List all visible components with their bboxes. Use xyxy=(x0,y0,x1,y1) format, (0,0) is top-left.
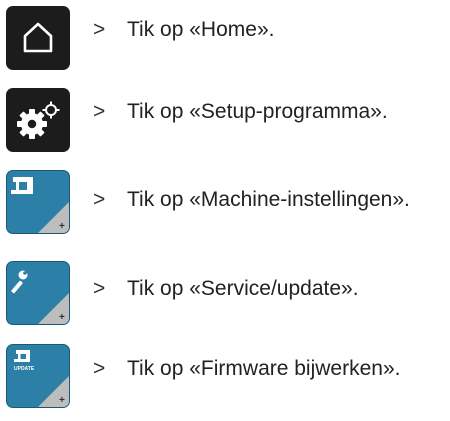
corner-fold xyxy=(38,376,69,407)
step-setup: > Tik op «Setup-programma». xyxy=(0,88,450,156)
step-text: Tik op «Setup-programma». xyxy=(127,100,388,123)
setup-gears-icon xyxy=(17,101,60,139)
service-update-button[interactable]: + xyxy=(6,261,70,325)
svg-text:+: + xyxy=(59,312,65,323)
step-text: Tik op «Home». xyxy=(127,18,275,41)
step-arrow: > xyxy=(93,357,106,380)
step-arrow: > xyxy=(93,188,106,211)
home-button[interactable] xyxy=(6,6,70,70)
svg-text:+: + xyxy=(59,395,65,406)
step-arrow: > xyxy=(93,18,106,41)
corner-fold xyxy=(38,202,69,233)
machine-settings-button[interactable]: + xyxy=(6,170,70,234)
step-home: > Tik op «Home». xyxy=(0,6,450,74)
step-text: Tik op «Service/update». xyxy=(127,277,359,300)
step-firmware-update: UPDATE + > Tik op «Firmware bijwerken». xyxy=(0,344,450,412)
step-service-update: + > Tik op «Service/update». xyxy=(0,261,450,329)
firmware-update-icon: UPDATE + xyxy=(14,350,69,407)
sewing-machine-settings-icon: + xyxy=(11,177,69,233)
step-arrow: > xyxy=(93,277,106,300)
step-text: Tik op «Machine-instellingen». xyxy=(127,188,410,211)
home-icon xyxy=(23,22,53,53)
corner-fold xyxy=(38,293,69,324)
step-machine-settings: + > Tik op «Machine-instellingen». xyxy=(0,170,450,238)
setup-button[interactable] xyxy=(6,88,70,152)
step-text: Tik op «Firmware bijwerken». xyxy=(127,357,401,380)
svg-text:+: + xyxy=(59,221,65,232)
update-icon-label: UPDATE xyxy=(14,366,35,372)
firmware-update-button[interactable]: UPDATE + xyxy=(6,344,70,408)
wrench-service-icon: + xyxy=(11,270,69,324)
step-arrow: > xyxy=(93,100,106,123)
